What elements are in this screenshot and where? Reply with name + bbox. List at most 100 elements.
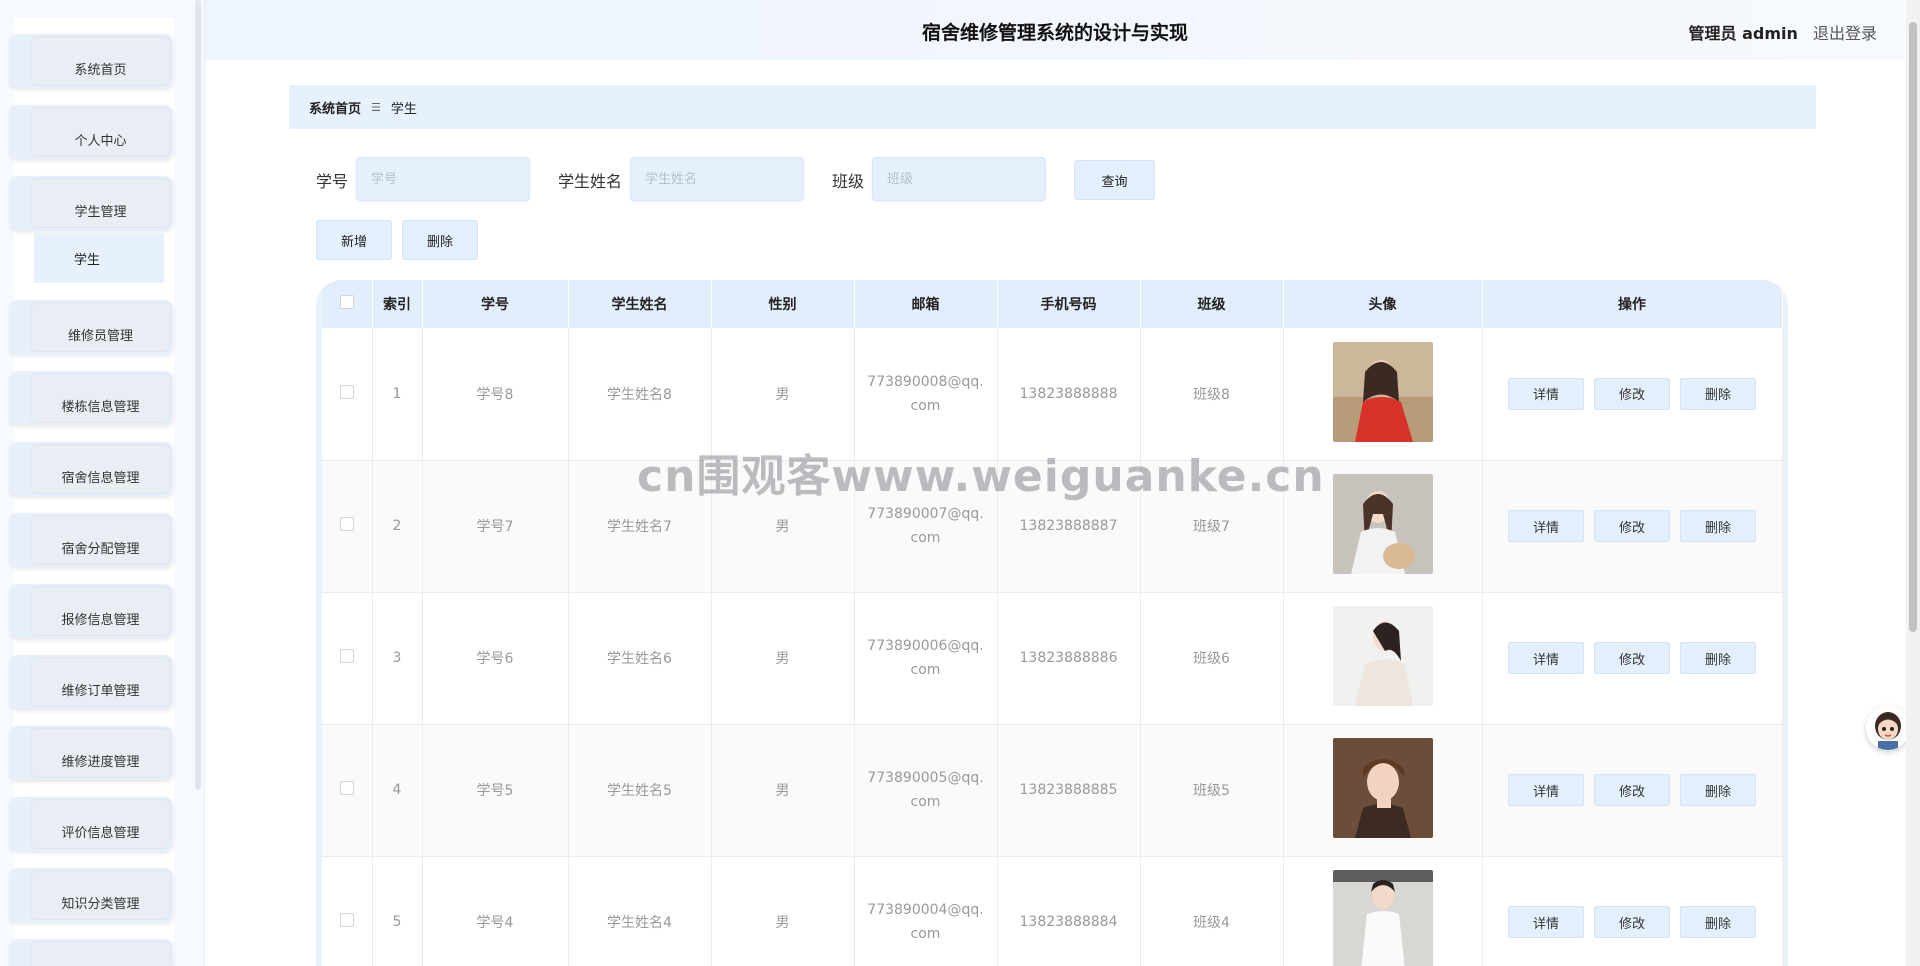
add-button[interactable]: 新增 (316, 220, 392, 260)
column-header: 性别 (711, 280, 855, 328)
table-header-row: 索引 学号 学生姓名 性别 邮箱 手机号码 班级 头像 操作 (322, 280, 1783, 328)
sidebar-item-review-management[interactable]: 评价信息管理 (10, 797, 173, 851)
column-header: 学生姓名 (568, 280, 712, 328)
cell-phone: 13823888886 (997, 592, 1141, 725)
row-checkbox[interactable] (339, 781, 354, 795)
row-delete-button[interactable]: 删除 (1680, 774, 1756, 806)
row-delete-button[interactable]: 删除 (1680, 642, 1756, 674)
student-table: 索引 学号 学生姓名 性别 邮箱 手机号码 班级 头像 操作 1 学号8 学生姓名8… (322, 280, 1783, 966)
class-input[interactable] (872, 157, 1046, 201)
cell-email: 773890005@qq.com (854, 724, 998, 857)
row-delete-button[interactable]: 删除 (1680, 377, 1756, 410)
student-name-input[interactable] (630, 157, 804, 201)
breadcrumb-home[interactable]: 系统首页 (309, 98, 361, 117)
assistant-avatar-icon[interactable] (1866, 706, 1910, 750)
sidebar-item-label: 楼栋信息管理 (30, 373, 171, 423)
row-delete-button[interactable]: 删除 (1680, 906, 1756, 938)
query-button[interactable]: 查询 (1074, 160, 1155, 200)
sidebar-subitem-student[interactable]: 学生 (34, 233, 164, 283)
row-delete-button[interactable]: 删除 (1680, 510, 1756, 542)
detail-button[interactable]: 详情 (1508, 774, 1584, 806)
cell-gender: 男 (711, 724, 855, 857)
cell-actions: 详情 修改 删除 (1482, 460, 1783, 593)
page-scrollbar[interactable] (1906, 0, 1920, 966)
avatar[interactable] (1332, 474, 1433, 578)
column-header: 头像 (1283, 280, 1483, 328)
column-header: 班级 (1140, 280, 1284, 328)
row-checkbox[interactable] (339, 913, 354, 927)
student-name-label: 学生姓名 (558, 172, 623, 191)
sidebar-item-more[interactable] (10, 939, 173, 966)
sidebar-item-repairman-management[interactable]: 维修员管理 (10, 300, 173, 354)
logout-link[interactable]: 退出登录 (1813, 24, 1877, 43)
sidebar-item-dorm-assignment[interactable]: 宿舍分配管理 (10, 513, 173, 567)
breadcrumb-current: 学生 (390, 101, 417, 117)
sidebar: 系统首页 个人中心 学生管理 学生 维修员管理 楼栋信息管理 宿舍信息管理 宿舍… (0, 0, 205, 966)
cell-index: 2 (372, 460, 423, 593)
sidebar-item-repair-order[interactable]: 维修订单管理 (10, 655, 173, 709)
sidebar-scrollbar[interactable] (195, 0, 201, 790)
sidebar-item-building-management[interactable]: 楼栋信息管理 (10, 371, 173, 425)
cell-actions: 详情 修改 删除 (1482, 592, 1783, 725)
cell-student-id: 学号8 (422, 328, 569, 461)
row-checkbox[interactable] (339, 517, 354, 531)
cell-student-name: 学生姓名5 (568, 724, 712, 857)
detail-button[interactable]: 详情 (1508, 377, 1584, 410)
sidebar-item-repair-request[interactable]: 报修信息管理 (10, 584, 173, 638)
page-scrollbar-thumb[interactable] (1909, 22, 1917, 632)
class-label: 班级 (832, 172, 865, 191)
column-header: 手机号码 (997, 280, 1141, 328)
row-select-cell (322, 592, 373, 725)
column-header: 操作 (1482, 280, 1783, 328)
bulk-delete-button[interactable]: 删除 (402, 220, 478, 260)
select-all-header (322, 280, 373, 328)
top-header: 宿舍维修管理系统的设计与实现 管理员 admin 退出登录 (205, 0, 1905, 60)
table-row: 4 学号5 学生姓名5 男 773890005@qq.com 13823888885 班级5… (322, 724, 1783, 857)
sidebar-item-knowledge-category[interactable]: 知识分类管理 (10, 868, 173, 922)
detail-button[interactable]: 详情 (1508, 906, 1584, 938)
detail-button[interactable]: 详情 (1508, 642, 1584, 674)
cell-email: 773890006@qq.com (854, 592, 998, 725)
select-all-checkbox[interactable] (339, 295, 354, 309)
avatar[interactable] (1332, 738, 1433, 842)
cell-index: 3 (372, 592, 423, 725)
sidebar-item-personal-center[interactable]: 个人中心 (10, 105, 173, 159)
edit-button[interactable]: 修改 (1594, 377, 1670, 410)
sidebar-item-label: 知识分类管理 (30, 870, 171, 920)
sidebar-item-label: 学生管理 (30, 178, 171, 228)
sidebar-item-home[interactable]: 系统首页 (10, 34, 173, 88)
cell-email: 773890004@qq.com (854, 856, 998, 966)
edit-button[interactable]: 修改 (1594, 906, 1670, 938)
cell-index: 1 (372, 328, 423, 461)
column-header: 邮箱 (854, 280, 998, 328)
sidebar-item-student-management[interactable]: 学生管理 (10, 176, 173, 230)
avatar[interactable] (1332, 341, 1433, 446)
cell-phone: 13823888885 (997, 724, 1141, 857)
edit-button[interactable]: 修改 (1594, 510, 1670, 542)
avatar[interactable] (1332, 870, 1433, 966)
breadcrumb-separator-icon: ☰ (371, 100, 381, 114)
sidebar-item-label: 宿舍分配管理 (30, 515, 171, 565)
cell-class: 班级6 (1140, 592, 1284, 725)
cell-index: 4 (372, 724, 423, 857)
sidebar-item-dorm-management[interactable]: 宿舍信息管理 (10, 442, 173, 496)
cell-avatar (1283, 592, 1483, 725)
row-select-cell (322, 460, 373, 593)
row-checkbox[interactable] (339, 649, 354, 663)
student-id-input[interactable] (356, 157, 530, 201)
detail-button[interactable]: 详情 (1508, 510, 1584, 542)
row-checkbox[interactable] (339, 384, 354, 399)
cell-student-name: 学生姓名4 (568, 856, 712, 966)
edit-button[interactable]: 修改 (1594, 642, 1670, 674)
row-select-cell (322, 856, 373, 966)
edit-button[interactable]: 修改 (1594, 774, 1670, 806)
column-header: 学号 (422, 280, 569, 328)
row-select-cell (322, 724, 373, 857)
cell-student-id: 学号7 (422, 460, 569, 593)
cell-class: 班级4 (1140, 856, 1284, 966)
cell-student-id: 学号4 (422, 856, 569, 966)
avatar[interactable] (1332, 606, 1433, 710)
sidebar-item-repair-progress[interactable]: 维修进度管理 (10, 726, 173, 780)
cell-actions: 详情 修改 删除 (1482, 724, 1783, 857)
cell-gender: 男 (711, 856, 855, 966)
